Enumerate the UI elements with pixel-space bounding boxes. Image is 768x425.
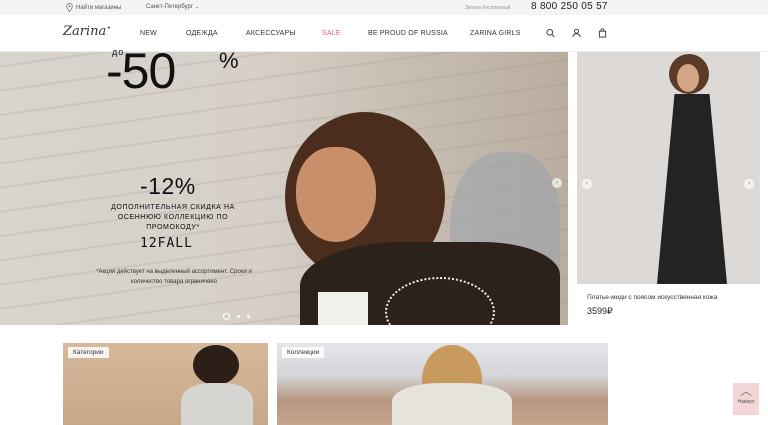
promo-footnote: *Акция действует на выделенный ассортиме…: [96, 269, 252, 285]
product-price: 3599₽: [587, 306, 613, 316]
product-card-image[interactable]: ‹ ›: [577, 52, 760, 284]
product-dress: [657, 94, 727, 284]
hero-dot-3[interactable]: [247, 315, 250, 318]
back-to-top-button[interactable]: ︿ Наверх: [733, 383, 759, 415]
user-icon[interactable]: [572, 28, 581, 38]
categories-tile[interactable]: Категории: [63, 343, 268, 425]
search-icon[interactable]: [546, 28, 555, 38]
promo-code: 12FALL: [140, 236, 193, 251]
product-next-arrow-icon[interactable]: ›: [744, 179, 754, 189]
location-pin-icon: [66, 3, 73, 12]
hero-banner[interactable]: ›: [0, 52, 568, 325]
nav-zarina-girls[interactable]: ZARINA GIRLS: [470, 30, 521, 37]
hero-pagination: [223, 313, 250, 320]
product-name[interactable]: Платье-миди с поясом искусственная кожа: [587, 294, 717, 301]
collections-badge: Коллекции: [282, 347, 325, 358]
hero-model-face: [296, 147, 376, 242]
nav-be-proud-of-russia[interactable]: BE PROUD OF RUSSIA: [368, 30, 448, 37]
promo-discount: -50: [106, 43, 176, 99]
chevron-down-icon: ⌄: [195, 4, 200, 10]
promo-percent: %: [219, 48, 239, 73]
nav-sale[interactable]: SALE: [322, 30, 341, 37]
hero-model-shirt: [318, 292, 368, 325]
categories-badge: Категории: [68, 347, 109, 358]
promo-extra-discount: -12%: [140, 173, 196, 199]
hero-next-arrow-icon[interactable]: ›: [552, 178, 562, 188]
hero-dot-2[interactable]: [237, 315, 240, 318]
nav-new[interactable]: NEW: [140, 30, 157, 37]
back-to-top-label: Наверх: [737, 399, 755, 405]
city-selector[interactable]: Санкт-Петербург ⌄: [146, 4, 199, 10]
categories-model-hair: [193, 345, 239, 385]
city-label: Санкт-Петербург: [146, 4, 194, 10]
bag-icon[interactable]: [598, 28, 607, 38]
nav-clothing[interactable]: ОДЕЖДА: [186, 30, 218, 37]
nav-accessories[interactable]: АКСЕССУАРЫ: [246, 30, 296, 37]
product-prev-arrow-icon[interactable]: ‹: [582, 179, 592, 189]
find-stores-label: Найти магазины: [76, 4, 122, 11]
chevron-up-icon: ︿: [739, 384, 752, 398]
product-model-face: [677, 64, 699, 92]
collections-model-top: [392, 383, 512, 425]
brand-logo[interactable]: Zarina✦: [63, 24, 110, 39]
categories-model-top: [181, 383, 253, 425]
collections-tile[interactable]: Коллекции: [277, 343, 608, 425]
top-bar: Найти магазины Санкт-Петербург ⌄ Звонок б…: [0, 0, 768, 15]
promo-description: ДОПОЛНИТЕЛЬНАЯ СКИДКА НА ОСЕННЮЮ КОЛЛЕКЦ…: [111, 204, 235, 231]
find-stores-link[interactable]: Найти магазины: [66, 3, 121, 12]
free-call-label: Звонок бесплатный: [465, 5, 511, 11]
hero-dot-1[interactable]: [223, 313, 230, 320]
phone-number[interactable]: 8 800 250 05 57: [531, 1, 608, 12]
